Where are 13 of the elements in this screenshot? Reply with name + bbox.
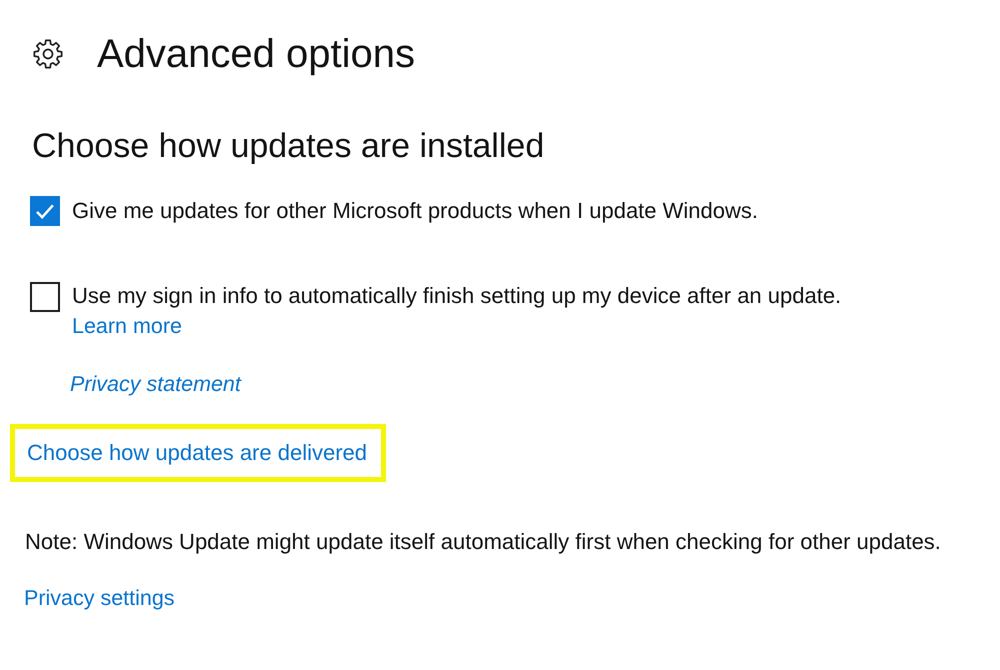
note-text: Note: Windows Update might update itself automatically first when checking for other updates. [25,528,941,556]
delivery-options-link[interactable]: Choose how updates are delivered [27,441,368,465]
page-title: Advanced options [97,32,416,76]
privacy-settings-link[interactable]: Privacy settings [24,584,175,612]
checkbox[interactable] [30,282,60,312]
checkbox[interactable] [30,196,60,226]
option-label: Use my sign in info to automatically finish setting up my device after an update. [72,282,842,310]
checkmark-icon [36,204,54,218]
settings-icon [33,39,63,69]
option-label: Give me updates for other Microsoft products when I update Windows. [72,197,758,225]
privacy-statement-link[interactable]: Privacy statement [70,370,241,398]
learn-more-link[interactable]: Learn more [72,312,182,340]
section-heading: Choose how updates are installed [32,126,544,167]
